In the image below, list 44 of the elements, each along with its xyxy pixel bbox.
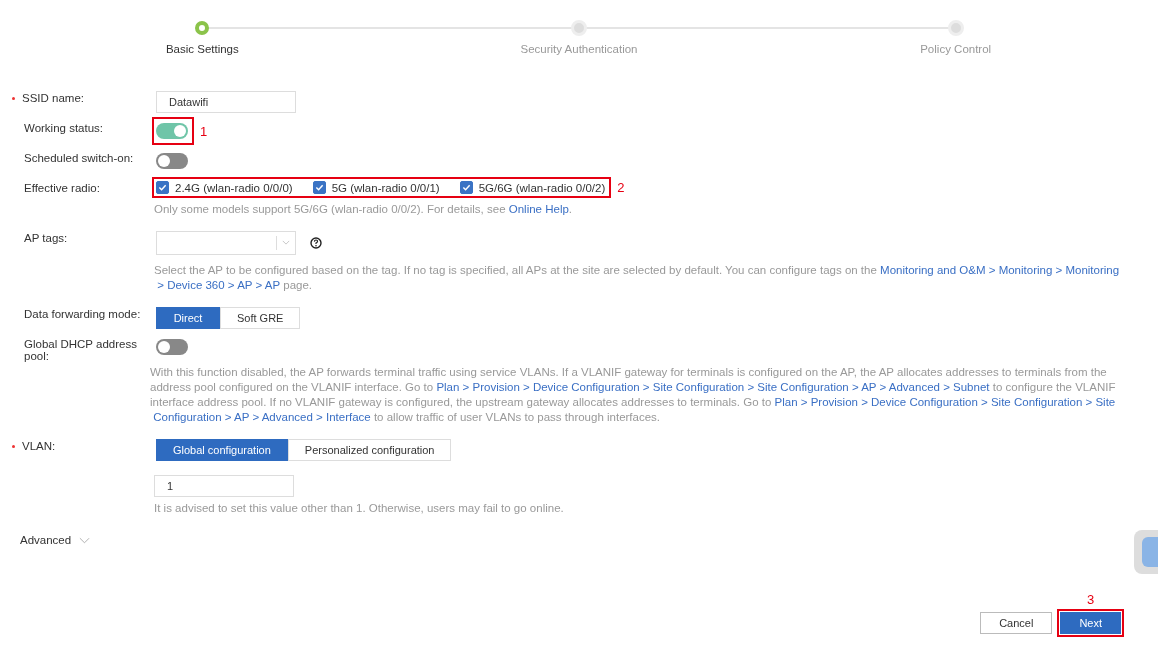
tag-select-field[interactable] (156, 231, 296, 255)
annotation-number: 2 (617, 180, 625, 195)
field-label: Effective radio: (24, 182, 100, 194)
help-link[interactable]: Online Help (508, 203, 569, 215)
mode-option-button[interactable]: Personalized configuration (287, 439, 452, 461)
field-label: AP tags: (24, 232, 68, 244)
help-text: Only some models support 5G/6G (wlan-radio 0/0/2). For details, see Online Help. (154, 202, 574, 217)
floating-widget-icon[interactable] (1134, 530, 1158, 574)
mode-option-button[interactable]: Direct (156, 307, 220, 329)
step-label: Policy Control (920, 43, 992, 55)
chevron-icon (282, 240, 290, 245)
footer-button[interactable]: Cancel (980, 612, 1053, 634)
toggle-switch[interactable] (156, 153, 188, 169)
step-label: Security Authentication (520, 43, 638, 55)
field-label: SSID name: (22, 92, 84, 104)
toggle-switch[interactable] (156, 339, 188, 355)
advanced-expander[interactable]: Advanced (20, 534, 91, 546)
mode-option-button[interactable]: Global configuration (156, 439, 288, 461)
mode-option-button[interactable]: Soft GRE (220, 307, 301, 329)
help-link[interactable]: > Site Configuration > AP > Advanced > Subnet (744, 381, 990, 393)
toggle-switch[interactable] (156, 123, 188, 139)
annotation-number: 1 (200, 123, 208, 139)
step-label: Basic Settings (165, 43, 239, 55)
field-label: Global DHCP address pool: (24, 338, 138, 362)
checkbox-icon[interactable] (156, 181, 169, 194)
field-label: VLAN: (22, 440, 56, 452)
help-icon[interactable] (310, 237, 322, 249)
checkbox-icon[interactable] (312, 181, 326, 194)
help-link[interactable]: Plan > Provision > Device Configuration > Site Configuration > Site (774, 396, 1116, 408)
checkbox-icon[interactable] (459, 181, 473, 194)
field-label: Scheduled switch-on: (24, 152, 134, 164)
help-text: It is advised to set this value other than 1. Otherwise, users may fail to go online. (154, 501, 565, 516)
help-text: Select the AP to be configured based on the tag. If no tag is specified, all APs at the site are selected by default. You can configure tags on the Monitoring and O&M > Monitoring > Monitoring > Device 360 > AP > AP page. (154, 263, 1121, 293)
help-link[interactable]: Monitoring and O&M > Monitoring > Monitoring (880, 264, 1120, 276)
help-text: With this function disabled, the AP forwards terminal traffic using service VLANs. If a VLANIF gateway for terminals is configured on the AP, the AP allocates addresses to terminals from the address pool configured on the VLANIF interface. Go to Plan > Provision > Device Configuration > Site Configuration > Site Configuration > AP > Advanced > Subnet to configure the VLANIF interface address pool. If no VLANIF gateway is configured, the upstream gateway allocates addresses to terminals. Go to Plan > Provision > Device Configuration > Site Configuration > Site Configuration > AP > Advanced > Interface to allow traffic of user VLANs to pass through interfaces. (150, 365, 1117, 425)
annotation-number: 3 (1087, 592, 1095, 607)
ssid-input-field[interactable]: Datawifi (156, 91, 296, 113)
vlan-input-field[interactable]: 1 (154, 475, 294, 497)
field-label: Working status: (24, 122, 104, 134)
help-link[interactable]: Configuration > AP > Advanced > Interface (153, 410, 371, 425)
footer-button[interactable]: Next (1060, 612, 1121, 634)
help-link[interactable]: Plan > Provision > Device Configuration > Site Configuration (436, 381, 745, 393)
help-link[interactable]: > Device 360 > AP > AP (157, 278, 281, 293)
field-label: Data forwarding mode: (24, 308, 141, 320)
